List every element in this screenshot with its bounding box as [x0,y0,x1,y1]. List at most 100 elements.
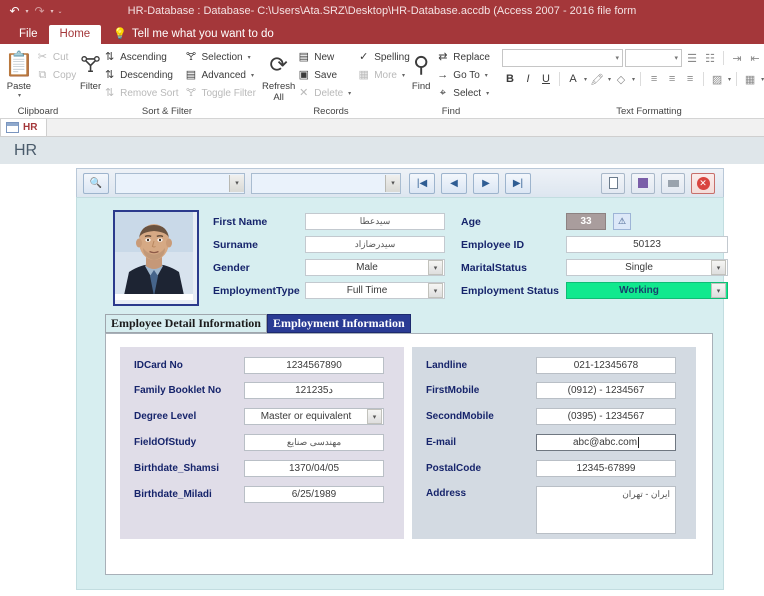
field-of-study-input[interactable]: مهندسی صنایع [244,434,384,451]
align-center-icon[interactable]: ≡ [664,71,680,87]
degree-level-combo[interactable]: Master or equivalent ▾ [244,408,384,425]
birthdate-miladi-input[interactable]: 6/25/1989 [244,486,384,503]
redo-dropdown-icon[interactable]: ▾ [48,8,56,15]
search-icon[interactable]: 🔍 [83,172,109,194]
surname-input[interactable]: سیدرضازاد [305,236,445,253]
text-highlight-color-icon[interactable]: 🖍 [589,71,605,87]
increase-indent-icon[interactable]: ⇤ [747,50,763,66]
chevron-down-icon[interactable]: ▾ [632,76,635,83]
email-input[interactable]: abc@abc.com [536,434,676,451]
page-title: HR [14,141,38,159]
object-tab-strip: HR [0,118,764,137]
ribbon-tab-file[interactable]: File [8,25,49,44]
delete-record-button[interactable]: ✕ Delete ▾ [295,85,355,102]
go-to-dropdown-icon[interactable]: ▾ [485,72,488,79]
select-button[interactable]: ⌖ Select ▾ [434,85,494,102]
refresh-icon: ⟳ [269,52,288,77]
refresh-all-button[interactable]: ⟳ Refresh All [262,47,295,104]
font-name-combo[interactable]: ▾ [502,49,623,67]
customize-quick-access-toolbar-icon[interactable]: ⌄ [56,8,64,15]
sort-ascending-button[interactable]: ⇅ Ascending [101,49,182,66]
chevron-down-icon: ▾ [615,55,619,62]
underline-icon[interactable]: U [538,71,554,87]
new-record-button[interactable]: ▤ New [295,49,355,66]
redo-icon[interactable]: ↷ [31,3,48,20]
marital-status-combo[interactable]: Single ▾ [566,259,728,276]
paste-button[interactable]: 📋 Paste ▾ [4,47,34,100]
search-field-combo[interactable]: ▾ [115,172,245,194]
decrease-indent-icon[interactable]: ⇥ [729,50,745,66]
find-button[interactable]: ⚲ Find [408,47,434,93]
sort-descending-button[interactable]: ⇅ Descending [101,67,182,84]
background-color-icon[interactable]: ◇ [613,71,629,87]
employment-type-combo[interactable]: Full Time ▾ [305,282,445,299]
tab-employee-detail-information[interactable]: Employee Detail Information [105,314,267,333]
delete-dropdown-icon[interactable]: ▾ [348,90,351,97]
toggle-filter-label: Toggle Filter [201,88,256,99]
select-dropdown-icon[interactable]: ▾ [486,90,489,97]
filter-button[interactable]: 🝖 Filter [80,47,101,93]
go-to-button[interactable]: → Go To ▾ [434,67,494,84]
save-record-button[interactable] [631,172,655,194]
chevron-down-icon[interactable]: ▾ [608,76,611,83]
new-record-button[interactable] [601,172,625,194]
postal-code-input[interactable]: 12345-67899 [536,460,676,477]
landline-label: Landline [426,360,468,371]
tab-employment-information[interactable]: Employment Information [266,314,411,333]
align-right-icon[interactable]: ≡ [682,71,698,87]
italic-icon[interactable]: I [520,71,536,87]
field-landline: Landline 021-12345678 [426,357,676,374]
font-color-icon[interactable]: A [565,71,581,87]
close-form-button[interactable]: ✕ [691,172,715,194]
field-employment-status: Employment Status Working ▾ [461,282,728,299]
tell-me-label: Tell me what you want to do [131,27,274,40]
field-postal-code: PostalCode 12345-67899 [426,460,676,477]
chevron-down-icon[interactable]: ▾ [728,76,731,83]
validation-warning-icon[interactable]: ⚠ [613,213,631,230]
record-selector-combo[interactable]: ▾ [251,172,401,194]
replace-button[interactable]: ⇄ Replace [434,49,494,66]
tell-me-search[interactable]: 💡 Tell me what you want to do [113,27,274,44]
first-mobile-input[interactable]: (0912) - 1234567 [536,382,676,399]
chevron-down-icon[interactable]: ▾ [584,76,587,83]
second-mobile-input[interactable]: (0395) - 1234567 [536,408,676,425]
advanced-dropdown-icon[interactable]: ▾ [251,72,254,79]
ribbon-tab-home[interactable]: Home [48,25,102,44]
ribbon-group-find: ⚲ Find ⇄ Replace → Go To ▾ ⌖ Select ▾ Fi… [404,44,498,118]
object-tab-hr[interactable]: HR [0,118,48,136]
toggle-filter-button[interactable]: 🝖 Toggle Filter [182,85,259,102]
bulleted-list-icon[interactable]: ☰ [684,50,700,66]
employment-status-combo[interactable]: Working ▾ [566,282,728,299]
gridlines-icon[interactable]: ▦ [742,71,758,87]
first-record-button[interactable]: |◀ [409,172,435,194]
window-title: HR-Database : Database- C:\Users\Ata.SRZ… [127,5,637,17]
gender-combo[interactable]: Male ▾ [305,259,445,276]
employee-id-input[interactable]: 50123 [566,236,728,253]
undo-icon[interactable]: ↶ [6,3,23,20]
family-booklet-no-input[interactable]: 12د1235 [244,382,384,399]
numbered-list-icon[interactable]: ☷ [702,50,718,66]
selection-button[interactable]: 🝖 Selection ▾ [182,49,259,66]
undo-dropdown-icon[interactable]: ▾ [23,8,31,15]
cut-button[interactable]: ✂ Cut [34,49,80,66]
copy-button[interactable]: ⧉ Copy [34,67,80,84]
print-record-button[interactable] [661,172,685,194]
advanced-button[interactable]: ▤ Advanced ▾ [182,67,259,84]
alternate-row-color-icon[interactable]: ▨ [709,71,725,87]
save-record-button[interactable]: ▣ Save [295,67,355,84]
birthdate-shamsi-input[interactable]: 1370/04/05 [244,460,384,477]
idcard-no-input[interactable]: 1234567890 [244,357,384,374]
first-name-input[interactable]: سیدعطا [305,213,445,230]
next-record-button[interactable]: ▶ [473,172,499,194]
remove-sort-button[interactable]: ⇅ Remove Sort [101,85,182,102]
landline-input[interactable]: 021-12345678 [536,357,676,374]
align-left-icon[interactable]: ≡ [646,71,662,87]
employee-photo [113,210,199,306]
font-size-combo[interactable]: ▾ [625,49,682,67]
paste-dropdown-icon[interactable]: ▾ [18,92,21,99]
address-textarea[interactable]: ایران - تهران [536,486,676,534]
bold-icon[interactable]: B [502,71,518,87]
selection-dropdown-icon[interactable]: ▾ [248,54,251,61]
last-record-button[interactable]: ▶| [505,172,531,194]
previous-record-button[interactable]: ◀ [441,172,467,194]
